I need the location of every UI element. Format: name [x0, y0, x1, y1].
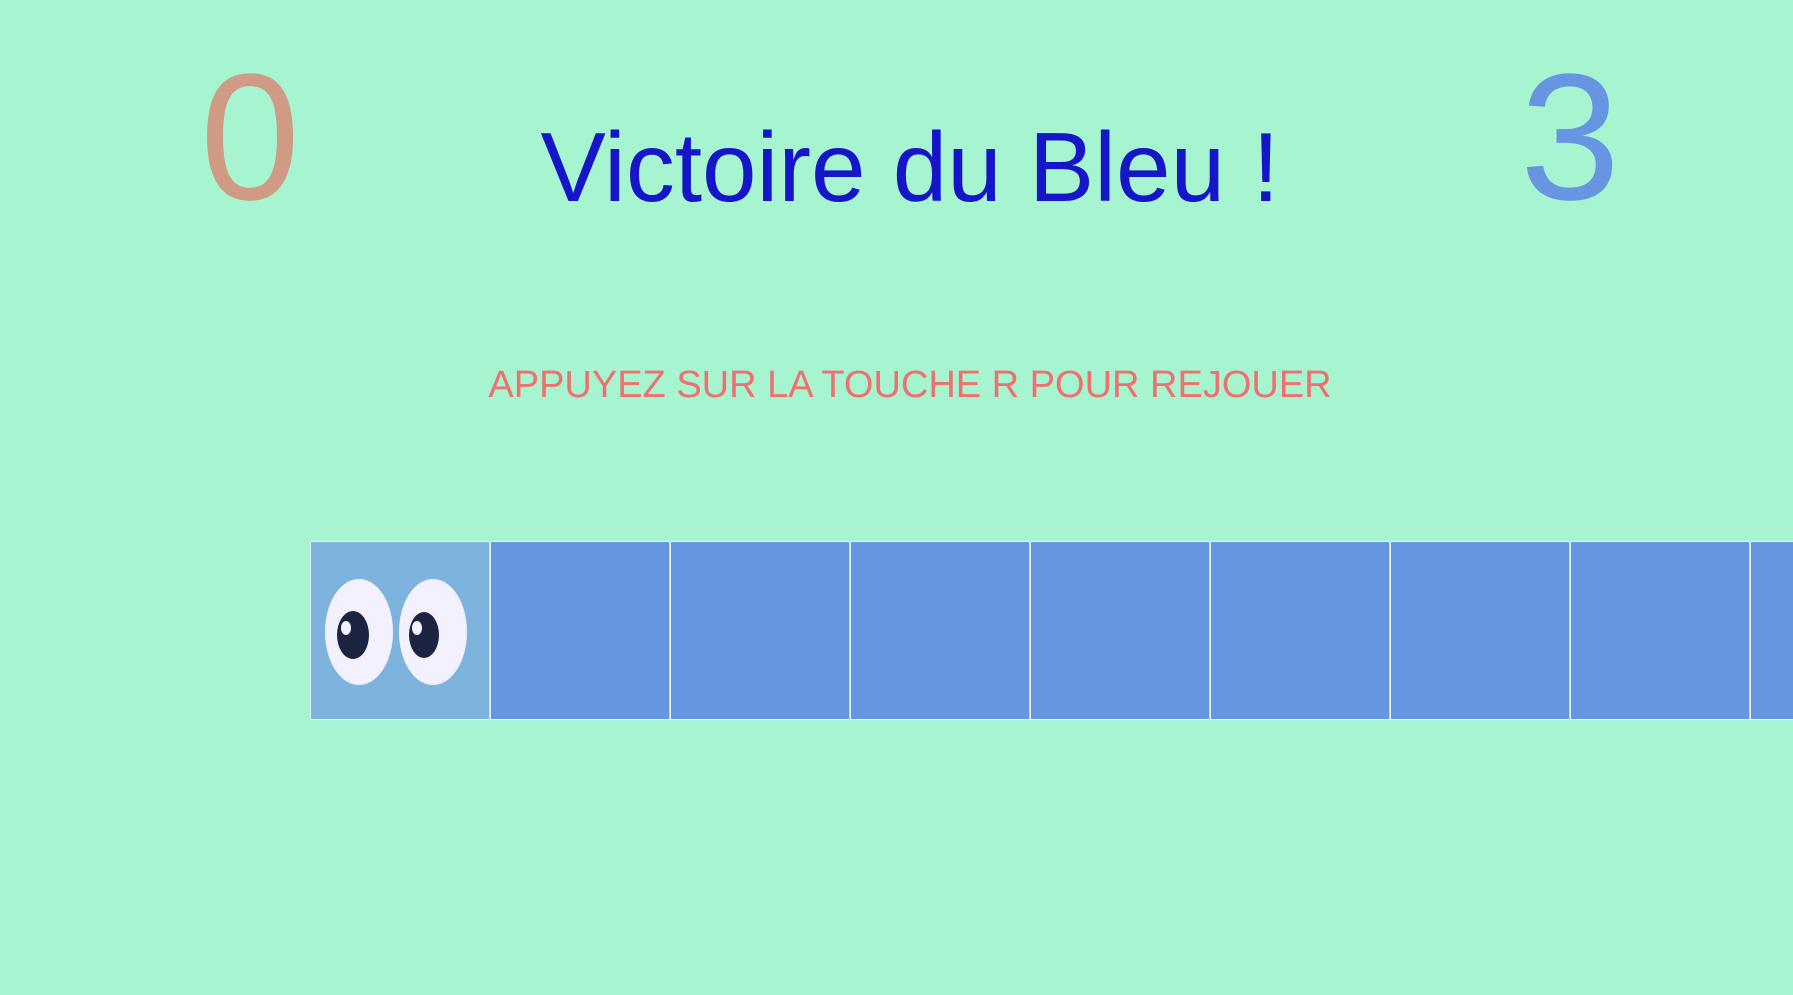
track-tile	[1390, 541, 1569, 720]
track-tile	[670, 541, 849, 720]
googly-eyes-icon	[325, 579, 467, 685]
replay-hint: APPUYEZ SUR LA TOUCHE R POUR REJOUER	[488, 364, 1332, 406]
track-tile	[490, 541, 669, 720]
game-track	[310, 541, 1793, 721]
player-tile	[310, 541, 489, 720]
track-tile	[1570, 541, 1749, 720]
track-tile	[850, 541, 1029, 720]
track-tile	[1030, 541, 1209, 720]
track-tile	[1210, 541, 1389, 720]
victory-title: Victoire du Bleu !	[540, 112, 1280, 222]
track-tile	[1750, 541, 1793, 720]
